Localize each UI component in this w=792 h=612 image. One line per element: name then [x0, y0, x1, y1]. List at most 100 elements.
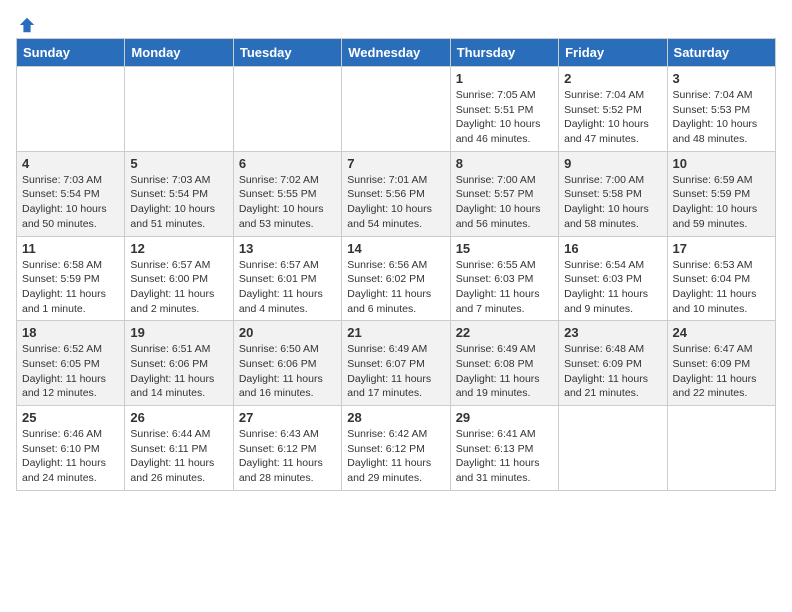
calendar-day-cell: 6 Sunrise: 7:02 AM Sunset: 5:55 PM Daylig…: [233, 151, 341, 236]
day-info: Sunrise: 7:01 AM Sunset: 5:56 PM Dayligh…: [347, 173, 444, 232]
day-info: Sunrise: 6:51 AM Sunset: 6:06 PM Dayligh…: [130, 342, 227, 401]
calendar-day-cell: 3Sunrise: 7:04 AM Sunset: 5:53 PM Daylig…: [667, 67, 775, 152]
day-number: 29: [456, 410, 553, 425]
day-number: 10: [673, 156, 770, 171]
logo-icon: [18, 16, 36, 34]
day-info: Sunrise: 6:44 AM Sunset: 6:11 PM Dayligh…: [130, 427, 227, 486]
calendar-day-cell: 11 Sunrise: 6:58 AM Sunset: 5:59 PM Dayli…: [17, 236, 125, 321]
day-number: 20: [239, 325, 336, 340]
calendar-body: 1 Sunrise: 7:05 AM Sunset: 5:51 PM Daylig…: [17, 67, 776, 491]
day-info: Sunrise: 7:02 AM Sunset: 5:55 PM Dayligh…: [239, 173, 336, 232]
day-number: 2: [564, 71, 661, 86]
calendar-week-row: 25 Sunrise: 6:46 AM Sunset: 6:10 PM Dayli…: [17, 406, 776, 491]
calendar-day-cell: 27 Sunrise: 6:43 AM Sunset: 6:12 PM Dayli…: [233, 406, 341, 491]
day-info: Sunrise: 7:03 AM Sunset: 5:54 PM Dayligh…: [22, 173, 119, 232]
day-number: 21: [347, 325, 444, 340]
day-info: Sunrise: 6:57 AM Sunset: 6:01 PM Dayligh…: [239, 258, 336, 317]
day-info: Sunrise: 7:04 AM Sunset: 5:52 PM Dayligh…: [564, 88, 661, 147]
day-info: Sunrise: 6:49 AM Sunset: 6:08 PM Dayligh…: [456, 342, 553, 401]
day-number: 26: [130, 410, 227, 425]
day-info: Sunrise: 6:52 AM Sunset: 6:05 PM Dayligh…: [22, 342, 119, 401]
calendar-day-cell: [559, 406, 667, 491]
calendar-day-cell: 16 Sunrise: 6:54 AM Sunset: 6:03 PM Dayli…: [559, 236, 667, 321]
calendar-day-cell: 20 Sunrise: 6:50 AM Sunset: 6:06 PM Dayli…: [233, 321, 341, 406]
calendar-day-cell: 2 Sunrise: 7:04 AM Sunset: 5:52 PM Daylig…: [559, 67, 667, 152]
calendar-day-cell: 13 Sunrise: 6:57 AM Sunset: 6:01 PM Dayli…: [233, 236, 341, 321]
calendar-header-cell: Friday: [559, 39, 667, 67]
day-info: Sunrise: 6:43 AM Sunset: 6:12 PM Dayligh…: [239, 427, 336, 486]
day-number: 27: [239, 410, 336, 425]
day-info: Sunrise: 6:47 AM Sunset: 6:09 PM Dayligh…: [673, 342, 770, 401]
calendar-day-cell: 4 Sunrise: 7:03 AM Sunset: 5:54 PM Daylig…: [17, 151, 125, 236]
day-number: 1: [456, 71, 553, 86]
day-info: Sunrise: 6:48 AM Sunset: 6:09 PM Dayligh…: [564, 342, 661, 401]
calendar-day-cell: 23 Sunrise: 6:48 AM Sunset: 6:09 PM Dayli…: [559, 321, 667, 406]
day-number: 17: [673, 241, 770, 256]
day-number: 22: [456, 325, 553, 340]
day-number: 25: [22, 410, 119, 425]
calendar-day-cell: 8 Sunrise: 7:00 AM Sunset: 5:57 PM Daylig…: [450, 151, 558, 236]
calendar-day-cell: [233, 67, 341, 152]
day-number: 13: [239, 241, 336, 256]
day-info: Sunrise: 6:53 AM Sunset: 6:04 PM Dayligh…: [673, 258, 770, 317]
calendar-day-cell: 19 Sunrise: 6:51 AM Sunset: 6:06 PM Dayli…: [125, 321, 233, 406]
calendar-header-cell: Wednesday: [342, 39, 450, 67]
day-info: Sunrise: 7:05 AM Sunset: 5:51 PM Dayligh…: [456, 88, 553, 147]
day-info: Sunrise: 6:41 AM Sunset: 6:13 PM Dayligh…: [456, 427, 553, 486]
day-info: Sunrise: 6:50 AM Sunset: 6:06 PM Dayligh…: [239, 342, 336, 401]
day-info: Sunrise: 6:56 AM Sunset: 6:02 PM Dayligh…: [347, 258, 444, 317]
calendar-week-row: 4 Sunrise: 7:03 AM Sunset: 5:54 PM Daylig…: [17, 151, 776, 236]
day-info: Sunrise: 6:49 AM Sunset: 6:07 PM Dayligh…: [347, 342, 444, 401]
calendar-day-cell: 14 Sunrise: 6:56 AM Sunset: 6:02 PM Dayli…: [342, 236, 450, 321]
calendar-header-cell: Sunday: [17, 39, 125, 67]
calendar-day-cell: 26 Sunrise: 6:44 AM Sunset: 6:11 PM Dayli…: [125, 406, 233, 491]
calendar-week-row: 1 Sunrise: 7:05 AM Sunset: 5:51 PM Daylig…: [17, 67, 776, 152]
calendar-week-row: 18 Sunrise: 6:52 AM Sunset: 6:05 PM Dayli…: [17, 321, 776, 406]
calendar-header-cell: Tuesday: [233, 39, 341, 67]
calendar-day-cell: 25 Sunrise: 6:46 AM Sunset: 6:10 PM Dayli…: [17, 406, 125, 491]
calendar-day-cell: [342, 67, 450, 152]
day-info: Sunrise: 6:58 AM Sunset: 5:59 PM Dayligh…: [22, 258, 119, 317]
day-number: 15: [456, 241, 553, 256]
day-number: 11: [22, 241, 119, 256]
calendar-table: SundayMondayTuesdayWednesdayThursdayFrid…: [16, 38, 776, 491]
calendar-header-row: SundayMondayTuesdayWednesdayThursdayFrid…: [17, 39, 776, 67]
day-number: 5: [130, 156, 227, 171]
day-number: 6: [239, 156, 336, 171]
calendar-header-cell: Monday: [125, 39, 233, 67]
day-number: 8: [456, 156, 553, 171]
day-number: 4: [22, 156, 119, 171]
logo: [16, 16, 36, 28]
calendar-header-cell: Saturday: [667, 39, 775, 67]
day-info: Sunrise: 7:00 AM Sunset: 5:57 PM Dayligh…: [456, 173, 553, 232]
calendar-day-cell: [667, 406, 775, 491]
day-number: 19: [130, 325, 227, 340]
calendar-day-cell: 29 Sunrise: 6:41 AM Sunset: 6:13 PM Dayli…: [450, 406, 558, 491]
calendar-day-cell: 17 Sunrise: 6:53 AM Sunset: 6:04 PM Dayli…: [667, 236, 775, 321]
day-info: Sunrise: 6:42 AM Sunset: 6:12 PM Dayligh…: [347, 427, 444, 486]
day-info: Sunrise: 7:04 AM Sunset: 5:53 PM Dayligh…: [673, 88, 770, 147]
day-number: 24: [673, 325, 770, 340]
calendar-day-cell: 12 Sunrise: 6:57 AM Sunset: 6:00 PM Dayli…: [125, 236, 233, 321]
calendar-day-cell: 10 Sunrise: 6:59 AM Sunset: 5:59 PM Dayli…: [667, 151, 775, 236]
day-number: 7: [347, 156, 444, 171]
day-info: Sunrise: 6:55 AM Sunset: 6:03 PM Dayligh…: [456, 258, 553, 317]
calendar-day-cell: 28Sunrise: 6:42 AM Sunset: 6:12 PM Dayli…: [342, 406, 450, 491]
calendar-day-cell: 7 Sunrise: 7:01 AM Sunset: 5:56 PM Daylig…: [342, 151, 450, 236]
day-info: Sunrise: 6:57 AM Sunset: 6:00 PM Dayligh…: [130, 258, 227, 317]
day-number: 23: [564, 325, 661, 340]
day-info: Sunrise: 6:54 AM Sunset: 6:03 PM Dayligh…: [564, 258, 661, 317]
day-number: 16: [564, 241, 661, 256]
calendar-day-cell: 22 Sunrise: 6:49 AM Sunset: 6:08 PM Dayli…: [450, 321, 558, 406]
day-number: 14: [347, 241, 444, 256]
calendar-week-row: 11 Sunrise: 6:58 AM Sunset: 5:59 PM Dayli…: [17, 236, 776, 321]
day-number: 18: [22, 325, 119, 340]
calendar-day-cell: 18 Sunrise: 6:52 AM Sunset: 6:05 PM Dayli…: [17, 321, 125, 406]
calendar-day-cell: 5Sunrise: 7:03 AM Sunset: 5:54 PM Daylig…: [125, 151, 233, 236]
calendar-header-cell: Thursday: [450, 39, 558, 67]
day-info: Sunrise: 7:00 AM Sunset: 5:58 PM Dayligh…: [564, 173, 661, 232]
day-info: Sunrise: 6:59 AM Sunset: 5:59 PM Dayligh…: [673, 173, 770, 232]
calendar-day-cell: 1 Sunrise: 7:05 AM Sunset: 5:51 PM Daylig…: [450, 67, 558, 152]
day-number: 12: [130, 241, 227, 256]
day-info: Sunrise: 6:46 AM Sunset: 6:10 PM Dayligh…: [22, 427, 119, 486]
